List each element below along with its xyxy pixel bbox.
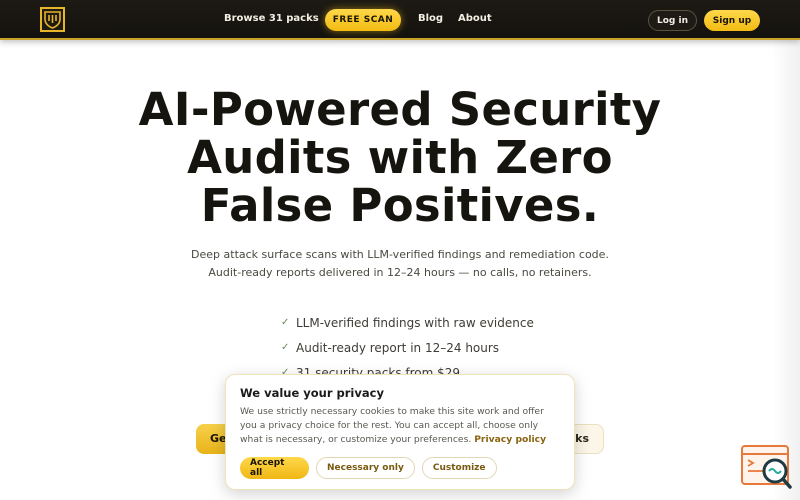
hero-title: AI-Powered Security Audits with Zero Fal…	[100, 86, 700, 230]
check-icon: ✓	[281, 342, 290, 353]
cookie-description: We use strictly necessary cookies to mak…	[240, 405, 560, 447]
search-report-icon[interactable]	[741, 444, 793, 490]
privacy-policy-link[interactable]: Privacy policy	[474, 434, 546, 445]
hero-title-line: Audits with Zero	[187, 131, 613, 184]
nav-blog-link[interactable]: Blog	[418, 13, 443, 24]
feature-item: ✓ LLM-verified findings with raw evidenc…	[281, 310, 534, 335]
login-button[interactable]: Log in	[648, 10, 697, 31]
hero-subtitle: Deep attack surface scans with LLM-verif…	[150, 246, 650, 282]
hero-subtitle-line: Audit-ready reports delivered in 12–24 h…	[208, 266, 592, 279]
feature-item: ✓ Audit-ready report in 12–24 hours	[281, 335, 534, 360]
cookie-consent-dialog: We value your privacy We use strictly ne…	[225, 374, 575, 490]
top-navigation-bar: Browse 31 packs FREE SCAN Blog About Log…	[0, 0, 800, 40]
hero-title-line: False Positives.	[200, 179, 600, 232]
nav-browse-packs-link[interactable]: Browse 31 packs	[224, 13, 319, 24]
shield-logo-icon[interactable]	[40, 7, 65, 32]
customize-button[interactable]: Customize	[421, 457, 497, 479]
cookie-title: We value your privacy	[240, 386, 384, 400]
nav-about-link[interactable]: About	[458, 13, 492, 24]
accept-all-button[interactable]: Accept all	[240, 457, 309, 479]
free-scan-button[interactable]: FREE SCAN	[325, 9, 401, 31]
check-icon: ✓	[281, 317, 290, 328]
hero-title-line: AI-Powered Security	[138, 83, 662, 136]
feature-text: LLM-verified findings with raw evidence	[296, 315, 534, 330]
cookie-actions: Accept all Necessary only Customize	[240, 457, 560, 479]
necessary-only-button[interactable]: Necessary only	[316, 457, 415, 479]
feature-text: Audit-ready report in 12–24 hours	[296, 340, 500, 355]
hero-subtitle-line: Deep attack surface scans with LLM-verif…	[191, 248, 609, 261]
signup-button[interactable]: Sign up	[704, 10, 760, 31]
page-edge-shadow	[772, 40, 800, 500]
